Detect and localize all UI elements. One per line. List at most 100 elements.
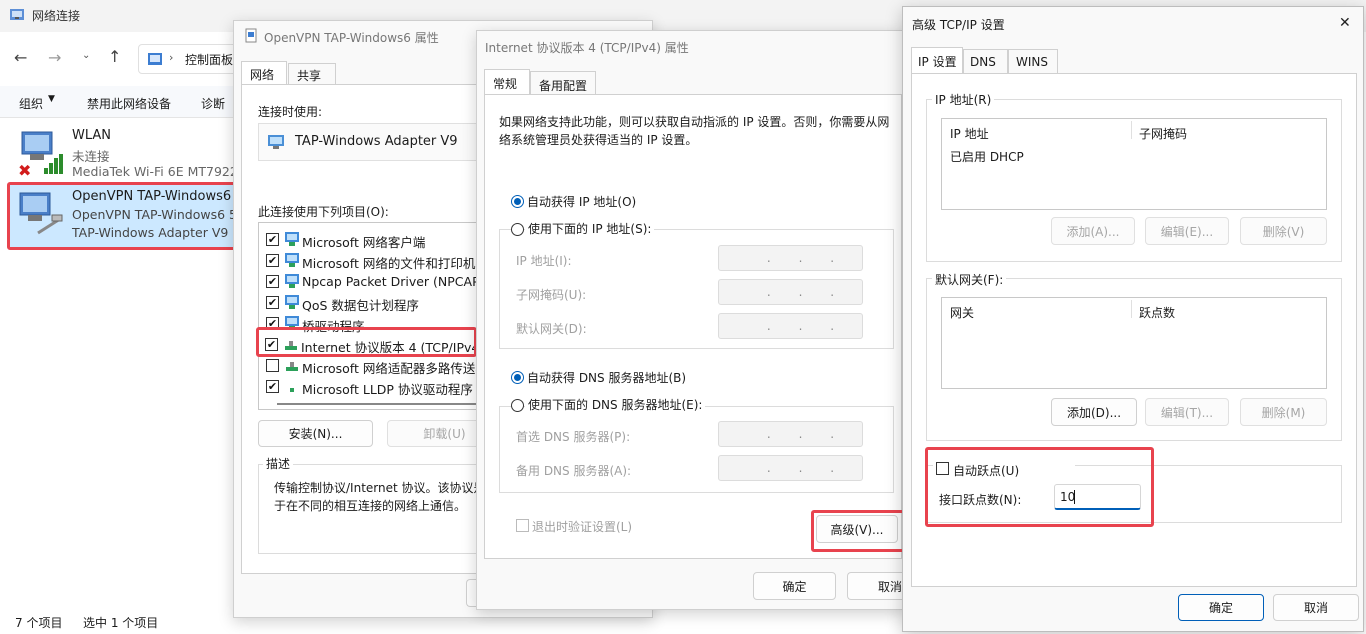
- components-list[interactable]: ✔ Microsoft 网络客户端 ✔ Microsoft 网络的文件和打印机共…: [258, 222, 488, 410]
- tab-sharing[interactable]: 共享: [288, 63, 336, 85]
- control-panel-icon: [148, 53, 162, 65]
- auto-metric-label[interactable]: 自动跃点(U): [953, 462, 1019, 479]
- remove-ip-button[interactable]: 删除(V): [1240, 217, 1327, 245]
- preferred-dns-field[interactable]: ...: [718, 421, 863, 447]
- recent-chevron-down-icon[interactable]: ⌄: [82, 50, 90, 61]
- tab-label: 备用配置: [539, 79, 588, 93]
- text-caret: [1074, 490, 1075, 504]
- alternate-dns-label: 备用 DNS 服务器(A):: [516, 464, 632, 478]
- component-checkbox[interactable]: ✔: [266, 380, 279, 393]
- organize-menu[interactable]: 组织: [19, 95, 43, 112]
- network-client-icon: [285, 232, 299, 246]
- horizontal-scrollbar[interactable]: [277, 403, 477, 405]
- address-bar[interactable]: › 控制面板: [138, 44, 248, 74]
- list-item-openvpn[interactable]: OpenVPN TAP-Windows6 OpenVPN TAP-Windows…: [10, 185, 237, 247]
- component-checkbox[interactable]: ✔: [265, 338, 278, 351]
- tab-label: 常规: [493, 77, 518, 91]
- manual-dns-label[interactable]: 使用下面的 DNS 服务器地址(E):: [525, 396, 706, 413]
- back-arrow-icon[interactable]: ←: [14, 48, 27, 67]
- wifi-adapter-icon: ✖: [18, 131, 63, 178]
- add-ip-button[interactable]: 添加(A)...: [1051, 217, 1135, 245]
- edit-gateway-button[interactable]: 编辑(T)...: [1145, 398, 1229, 426]
- alternate-dns-field[interactable]: ...: [718, 455, 863, 481]
- add-gateway-button[interactable]: 添加(D)...: [1051, 398, 1137, 426]
- list-item-wlan[interactable]: ✖ WLAN 未连接 MediaTek Wi-Fi 6E MT7922: [8, 124, 238, 180]
- gateway-group-label: 默认网关(F):: [932, 271, 1007, 288]
- breadcrumb[interactable]: 控制面板: [185, 51, 233, 68]
- gateway-list[interactable]: 网关 跃点数: [941, 297, 1327, 389]
- list-item[interactable]: ✔ QoS 数据包计划程序: [259, 292, 487, 313]
- list-item[interactable]: ✔ Microsoft 网络客户端: [259, 229, 487, 250]
- ok-button[interactable]: 确定: [1178, 594, 1264, 621]
- subnet-mask-field[interactable]: ...: [718, 279, 863, 305]
- component-checkbox[interactable]: ✔: [266, 275, 279, 288]
- file-sharing-icon: [285, 253, 299, 267]
- auto-dns-label[interactable]: 自动获得 DNS 服务器地址(B): [527, 369, 686, 386]
- description-line-2: 于在不同的相互连接的网络上通信。: [274, 499, 467, 513]
- item-name: OpenVPN TAP-Windows6: [72, 189, 232, 204]
- tab-ip-settings[interactable]: IP 设置: [911, 47, 963, 74]
- manual-ip-label[interactable]: 使用下面的 IP 地址(S):: [525, 220, 655, 237]
- tab-network[interactable]: 网络: [241, 61, 287, 85]
- list-item[interactable]: 已启用 DHCP: [950, 148, 1024, 165]
- ok-button[interactable]: 确定: [753, 572, 836, 600]
- adapter-name: TAP-Windows Adapter V9: [295, 134, 458, 149]
- tab-label: DNS: [970, 55, 996, 69]
- column-header-ip[interactable]: IP 地址: [950, 125, 989, 142]
- ip-address-label: IP 地址(I):: [516, 254, 572, 268]
- component-checkbox[interactable]: ✔: [266, 317, 279, 330]
- component-label: Internet 协议版本 4 (TCP/IPv4): [301, 340, 485, 355]
- advanced-tcpip-dialog: 高级 TCP/IP 设置 ✕ IP 设置 DNS WINS IP 地址(R) I…: [902, 6, 1364, 632]
- item-status: OpenVPN TAP-Windows6 5: [72, 207, 237, 222]
- intro-line-2: 络系统管理员处获得适当的 IP 设置。: [499, 133, 698, 147]
- component-checkbox[interactable]: [266, 359, 279, 372]
- forward-arrow-icon[interactable]: →: [48, 48, 61, 67]
- list-item[interactable]: ✔ Microsoft LLDP 协议驱动程序: [259, 376, 487, 397]
- list-item[interactable]: Microsoft 网络适配器多路传送器: [259, 355, 487, 376]
- column-divider: [1131, 121, 1132, 139]
- list-item[interactable]: ✔ Npcap Packet Driver (NPCAP): [259, 271, 487, 292]
- column-header-metric[interactable]: 跃点数: [1139, 304, 1175, 321]
- network-adapter-icon: [19, 192, 63, 235]
- tab-dns[interactable]: DNS: [963, 49, 1008, 74]
- list-item-ipv4[interactable]: ✔ Internet 协议版本 4 (TCP/IPv4): [259, 334, 488, 355]
- list-item[interactable]: ✔ Microsoft 网络的文件和打印机共: [259, 250, 487, 271]
- organize-chevron-down-icon[interactable]: ▼: [48, 94, 55, 104]
- close-icon[interactable]: ✕: [1339, 15, 1351, 31]
- auto-ip-label[interactable]: 自动获得 IP 地址(O): [527, 193, 636, 210]
- tab-wins[interactable]: WINS: [1008, 49, 1058, 74]
- manual-ip-radio[interactable]: [511, 223, 524, 236]
- tab-general[interactable]: 常规: [484, 69, 530, 95]
- install-button[interactable]: 安装(N)...: [258, 420, 373, 447]
- auto-metric-checkbox[interactable]: [936, 462, 949, 475]
- cancel-button[interactable]: 取消: [847, 572, 907, 600]
- up-arrow-icon[interactable]: ↑: [108, 47, 121, 66]
- tab-alternate[interactable]: 备用配置: [530, 71, 596, 95]
- column-header-gateway[interactable]: 网关: [950, 304, 974, 321]
- list-item[interactable]: ✔ 桥驱动程序: [259, 313, 487, 334]
- validate-checkbox[interactable]: [516, 519, 529, 532]
- column-header-mask[interactable]: 子网掩码: [1139, 125, 1187, 142]
- default-gateway-field[interactable]: ...: [718, 313, 863, 339]
- ip-address-field[interactable]: ...: [718, 245, 863, 271]
- ip-address-list[interactable]: IP 地址 子网掩码 已启用 DHCP: [941, 118, 1327, 210]
- auto-ip-radio[interactable]: [511, 195, 524, 208]
- manual-dns-radio[interactable]: [511, 399, 524, 412]
- validate-label[interactable]: 退出时验证设置(L): [532, 518, 632, 535]
- disable-device-button[interactable]: 禁用此网络设备: [87, 95, 171, 112]
- diagnose-button[interactable]: 诊断: [201, 95, 225, 112]
- dialog-title: 高级 TCP/IP 设置: [912, 18, 1005, 32]
- cancel-button[interactable]: 取消: [1273, 594, 1359, 621]
- advanced-button[interactable]: 高级(V)...: [816, 515, 898, 543]
- bridge-driver-icon: [285, 316, 299, 330]
- remove-gateway-button[interactable]: 删除(M): [1240, 398, 1327, 426]
- component-checkbox[interactable]: ✔: [266, 296, 279, 309]
- interface-metric-input[interactable]: 10: [1054, 484, 1141, 510]
- component-checkbox[interactable]: ✔: [266, 233, 279, 246]
- component-checkbox[interactable]: ✔: [266, 254, 279, 267]
- ip-address-group-label: IP 地址(R): [932, 91, 995, 108]
- auto-dns-radio[interactable]: [511, 371, 524, 384]
- tab-label: 共享: [297, 69, 322, 83]
- edit-ip-button[interactable]: 编辑(E)...: [1145, 217, 1229, 245]
- nav-bar: ← → ⌄ ↑ › 控制面板: [0, 40, 248, 76]
